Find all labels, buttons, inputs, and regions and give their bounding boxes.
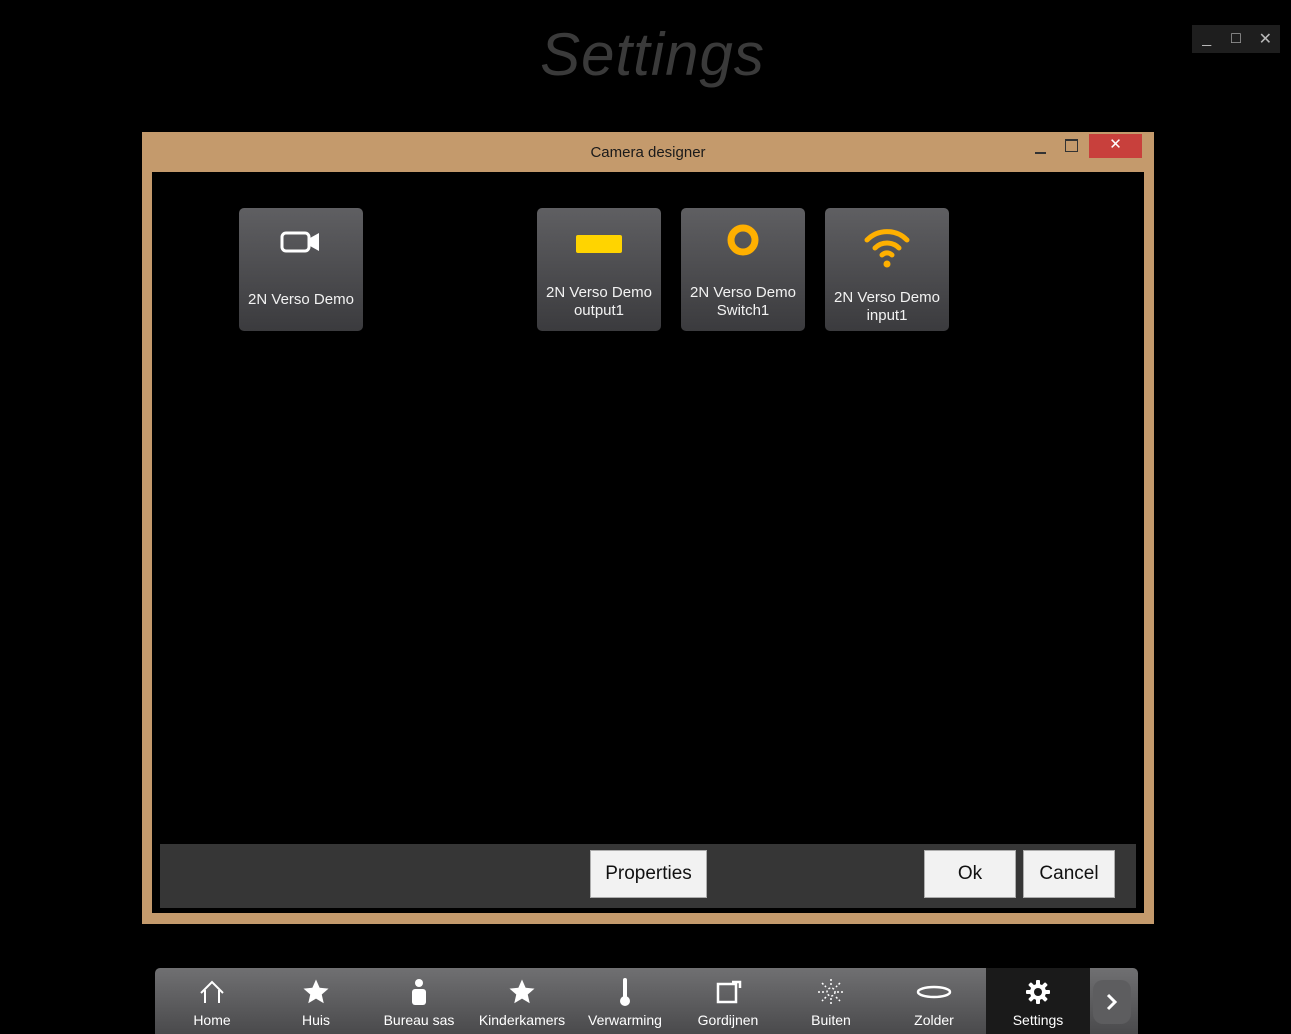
nav-item-buiten[interactable]: Buiten xyxy=(779,968,883,1034)
nav-label: Huis xyxy=(301,1012,330,1028)
bottom-nav-bar: Home Huis Bureau sas Kinderkamers Verwar… xyxy=(155,968,1138,1034)
nav-item-huis[interactable]: Huis xyxy=(264,968,368,1034)
ok-button[interactable]: Ok xyxy=(924,850,1016,898)
designer-canvas[interactable]: 2N Verso Demo 2N Verso Demo output1 2N V… xyxy=(152,172,1144,913)
nav-item-kinderkamers[interactable]: Kinderkamers xyxy=(470,968,574,1034)
device-tile-output[interactable]: 2N Verso Demo output1 xyxy=(537,208,661,331)
tile-label: 2N Verso Demo xyxy=(248,291,354,308)
device-tile-switch[interactable]: 2N Verso Demo Switch1 xyxy=(681,208,805,331)
person-icon xyxy=(367,976,471,1008)
curtain-icon xyxy=(676,976,780,1008)
dialog-minimize-button[interactable] xyxy=(1034,142,1048,154)
nav-item-verwarming[interactable]: Verwarming xyxy=(573,968,677,1034)
nav-next-button[interactable] xyxy=(1093,980,1131,1024)
nav-label: Gordijnen xyxy=(697,1012,759,1028)
dialog-title: Camera designer xyxy=(590,144,706,161)
sun-icon xyxy=(779,976,883,1008)
star-icon xyxy=(470,976,574,1008)
star-icon xyxy=(264,976,368,1008)
gear-icon xyxy=(986,976,1090,1008)
app-window-controls: _ □ ✕ xyxy=(1192,25,1280,53)
nav-item-zolder[interactable]: Zolder xyxy=(882,968,986,1034)
dialog-button-bar: Properties Ok Cancel xyxy=(160,844,1136,908)
nav-item-settings[interactable]: Settings xyxy=(986,968,1090,1034)
tile-label: 2N Verso Demo xyxy=(546,284,652,301)
minimize-button[interactable]: _ xyxy=(1195,30,1219,48)
nav-label: Kinderkamers xyxy=(478,1012,566,1028)
dialog-close-button[interactable]: ✕ xyxy=(1089,134,1142,158)
tile-label: 2N Verso Demo xyxy=(690,284,796,301)
page-title: Settings xyxy=(540,21,765,88)
ellipse-icon xyxy=(882,976,986,1008)
nav-label: Zolder xyxy=(914,1012,954,1028)
nav-item-bureau-sas[interactable]: Bureau sas xyxy=(367,968,471,1034)
nav-label: Home xyxy=(193,1012,231,1028)
switch-ring-icon xyxy=(681,220,805,260)
maximize-button[interactable]: □ xyxy=(1224,30,1248,48)
video-camera-icon xyxy=(239,222,363,262)
close-button[interactable]: ✕ xyxy=(1253,29,1277,49)
tile-sublabel: Switch1 xyxy=(716,302,770,319)
output-bar-icon xyxy=(537,224,661,264)
cancel-button[interactable]: Cancel xyxy=(1023,850,1115,898)
nav-label: Bureau sas xyxy=(383,1012,455,1028)
tile-sublabel: input1 xyxy=(866,307,908,324)
dialog-maximize-button[interactable] xyxy=(1065,139,1078,152)
tile-sublabel: output1 xyxy=(573,302,625,319)
device-tile-input[interactable]: 2N Verso Demo input1 xyxy=(825,208,949,331)
nav-label: Verwarming xyxy=(588,1012,662,1028)
properties-button[interactable]: Properties xyxy=(590,850,707,898)
thermometer-icon xyxy=(573,976,677,1008)
app-window: Settings _ □ ✕ Camera designer ✕ 2N Vers… xyxy=(0,0,1291,1034)
nav-label: Settings xyxy=(1012,1012,1064,1028)
camera-designer-dialog: Camera designer ✕ 2N Verso Demo 2N Verso… xyxy=(142,132,1154,924)
chevron-right-icon xyxy=(1106,993,1118,1011)
device-tile-camera[interactable]: 2N Verso Demo xyxy=(239,208,363,331)
nav-item-gordijnen[interactable]: Gordijnen xyxy=(676,968,780,1034)
wifi-icon xyxy=(825,226,949,268)
tile-label: 2N Verso Demo xyxy=(834,289,940,306)
home-icon xyxy=(160,976,264,1008)
nav-label: Buiten xyxy=(811,1012,851,1028)
nav-item-home[interactable]: Home xyxy=(160,968,264,1034)
